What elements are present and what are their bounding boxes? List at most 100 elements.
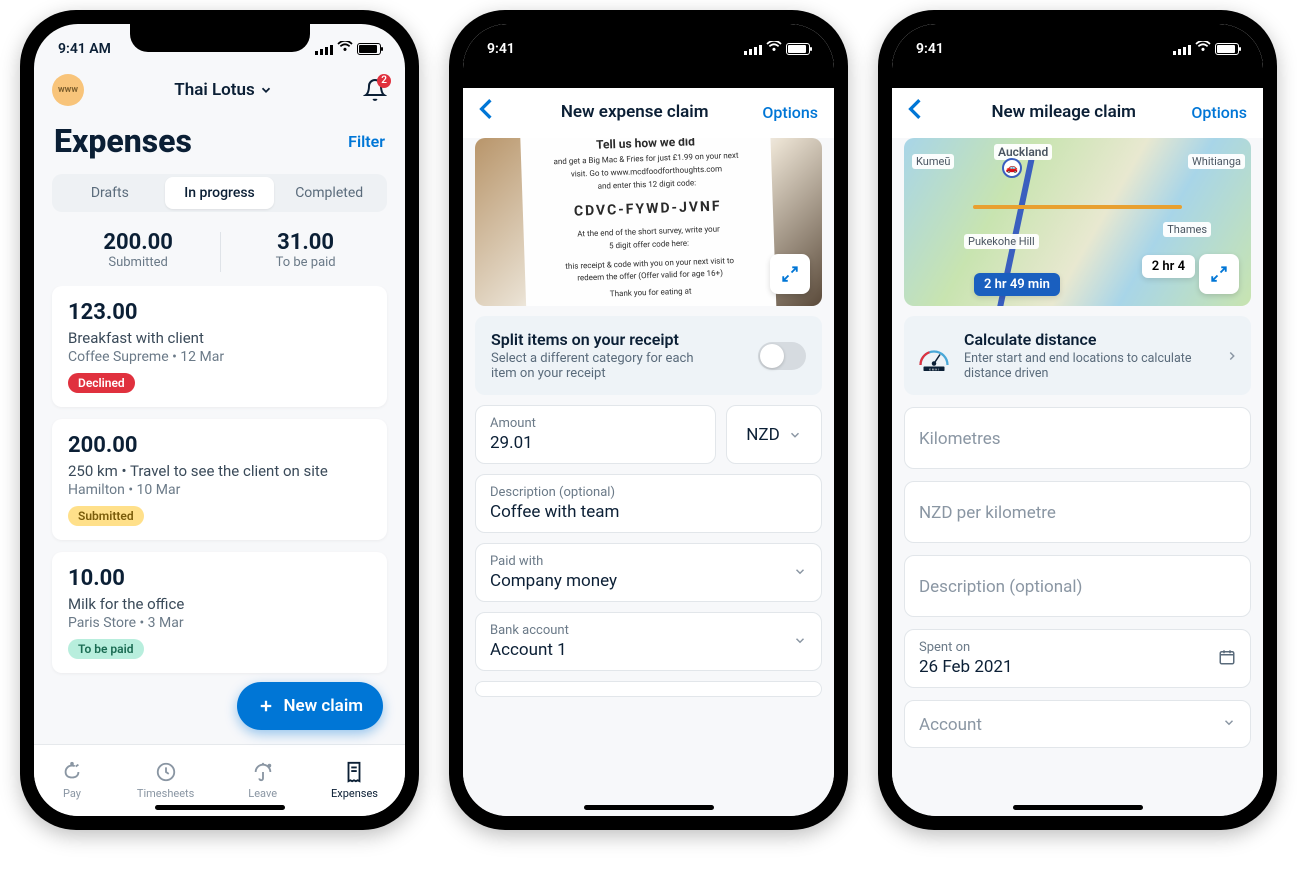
map-preview[interactable]: Kumeū Auckland Whitianga Pukekohe Hill T…: [904, 138, 1251, 306]
notifications-button[interactable]: 2: [363, 78, 387, 102]
battery-icon: [357, 43, 381, 55]
piggy-icon: [61, 761, 83, 783]
tab-in-progress[interactable]: In progress: [165, 177, 275, 209]
signal-icon: [744, 43, 762, 55]
expense-desc: Milk for the office: [68, 595, 371, 613]
clock-icon: [155, 761, 177, 783]
nav-label: Pay: [63, 787, 81, 800]
home-indicator[interactable]: [155, 805, 285, 810]
notch: [130, 24, 310, 52]
expand-button[interactable]: [1199, 254, 1239, 294]
wifi-icon: [1195, 41, 1211, 57]
spent-on-field[interactable]: Spent on 26 Feb 2021: [904, 629, 1251, 688]
plus-icon: [257, 697, 275, 715]
svg-text:K M H I: K M H I: [929, 367, 939, 371]
notification-badge: 2: [377, 74, 391, 88]
filter-button[interactable]: Filter: [348, 132, 385, 151]
amount-field[interactable]: Amount 29.01: [475, 405, 716, 464]
field-label: Paid with: [490, 554, 807, 569]
chevron-right-icon: [1225, 349, 1239, 363]
expense-card[interactable]: 123.00 Breakfast with client Coffee Supr…: [52, 286, 387, 407]
status-badge: Submitted: [68, 506, 144, 526]
battery-icon: [1215, 43, 1239, 55]
paid-with-field[interactable]: Paid with Company money: [475, 543, 822, 602]
field-placeholder: Kilometres: [919, 429, 1236, 449]
description-field[interactable]: Description (optional): [904, 555, 1251, 617]
expense-meta: Hamilton • 10 Mar: [68, 482, 371, 498]
next-field[interactable]: [475, 681, 822, 697]
status-time: 9:41 AM: [58, 41, 111, 57]
chevron-down-icon: [1222, 715, 1236, 734]
map-pin-icon: 🚗: [1002, 158, 1022, 178]
avatar[interactable]: www: [52, 74, 84, 106]
calendar-icon: [1218, 648, 1236, 670]
field-placeholder: Account: [919, 715, 1236, 735]
rate-field[interactable]: NZD per kilometre: [904, 481, 1251, 543]
field-value: Account 1: [490, 640, 807, 660]
speedometer-icon: K M H I: [916, 338, 952, 374]
kilometres-field[interactable]: Kilometres: [904, 407, 1251, 469]
chevron-left-icon: [479, 98, 493, 120]
currency-selector[interactable]: NZD: [726, 405, 822, 464]
account-field[interactable]: Account: [904, 700, 1251, 748]
calc-heading: Calculate distance: [964, 330, 1213, 349]
bank-account-field[interactable]: Bank account Account 1: [475, 612, 822, 671]
tab-completed[interactable]: Completed: [274, 177, 384, 209]
home-indicator[interactable]: [584, 805, 714, 810]
notch: [559, 24, 739, 52]
chevron-left-icon: [908, 98, 922, 120]
nav-expenses[interactable]: Expenses: [331, 761, 378, 800]
field-label: Spent on: [919, 640, 1236, 655]
split-toggle[interactable]: [758, 342, 806, 370]
status-badge: Declined: [68, 373, 135, 393]
tobepaid-value: 31.00: [276, 230, 336, 255]
map-label: Auckland: [994, 144, 1052, 160]
chevron-down-icon: [788, 428, 802, 442]
back-button[interactable]: [479, 98, 507, 126]
chevron-down-icon: [259, 83, 273, 97]
expense-card[interactable]: 10.00 Milk for the office Paris Store • …: [52, 552, 387, 673]
field-value: 29.01: [490, 433, 701, 453]
description-field[interactable]: Description (optional) Coffee with team: [475, 474, 822, 533]
status-tabs: Drafts In progress Completed: [52, 174, 387, 212]
options-button[interactable]: Options: [1191, 103, 1247, 122]
phone-expenses-list: 9:41 AM www Thai Lotus 2: [20, 10, 419, 830]
tab-drafts[interactable]: Drafts: [55, 177, 165, 209]
currency-value: NZD: [746, 425, 779, 445]
status-time: 9:41: [487, 41, 515, 57]
expense-card[interactable]: 200.00 250 km • Travel to see the client…: [52, 419, 387, 540]
field-value: Coffee with team: [490, 502, 807, 522]
org-selector[interactable]: Thai Lotus: [174, 80, 272, 100]
field-label: Description (optional): [490, 485, 807, 500]
nav-pay[interactable]: Pay: [61, 761, 83, 800]
receipt-icon: [343, 761, 365, 783]
status-time: 9:41: [916, 41, 944, 57]
fab-label: New claim: [283, 696, 363, 716]
options-button[interactable]: Options: [762, 103, 818, 122]
home-indicator[interactable]: [1013, 805, 1143, 810]
phone-new-expense: 9:41 New expense claim Options Tell us h…: [449, 10, 848, 830]
split-sub: Select a different category for each ite…: [491, 351, 701, 381]
map-label: Pukekohe Hill: [964, 234, 1039, 249]
avatar-text: www: [58, 85, 78, 95]
nav-leave[interactable]: Leave: [248, 761, 277, 800]
signal-icon: [1173, 43, 1191, 55]
nav-timesheets[interactable]: Timesheets: [137, 761, 194, 800]
nav-label: Expenses: [331, 787, 378, 800]
expense-amount: 123.00: [68, 300, 371, 325]
expense-amount: 10.00: [68, 566, 371, 591]
field-value: 26 Feb 2021: [919, 657, 1236, 677]
receipt-image[interactable]: Tell us how we did and get a Big Mac & F…: [475, 138, 822, 306]
new-claim-button[interactable]: New claim: [237, 682, 383, 730]
field-value: Company money: [490, 571, 807, 591]
calculate-distance-panel[interactable]: K M H I Calculate distance Enter start a…: [904, 316, 1251, 395]
status-badge: To be paid: [68, 639, 144, 659]
expense-desc: Breakfast with client: [68, 329, 371, 347]
back-button[interactable]: [908, 98, 936, 126]
screen-title: New expense claim: [507, 102, 762, 122]
umbrella-icon: [252, 761, 274, 783]
summary-row: 200.00 Submitted 31.00 To be paid: [34, 218, 405, 286]
submitted-label: Submitted: [103, 255, 173, 270]
expense-meta: Paris Store • 3 Mar: [68, 615, 371, 631]
expand-button[interactable]: [770, 254, 810, 294]
